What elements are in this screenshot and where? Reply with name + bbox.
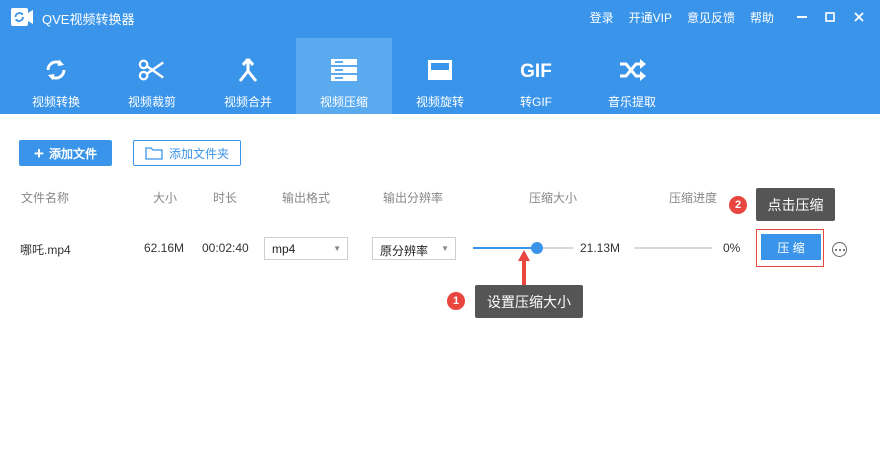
dropdown-caret-icon: ▼ — [333, 244, 341, 253]
shuffle-icon — [618, 56, 646, 84]
title-bar: QVE视频转换器 登录 开通VIP 意见反馈 帮助 — [0, 0, 880, 34]
tab-audio-extract[interactable]: 音乐提取 — [584, 38, 680, 114]
slider-thumb[interactable] — [531, 242, 543, 254]
tab-video-convert[interactable]: 视频转换 — [8, 38, 104, 114]
column-header-compressed-size: 压缩大小 — [529, 191, 578, 205]
app-title: QVE视频转换器 — [42, 12, 135, 27]
add-folder-label: 添加文件夹 — [168, 146, 229, 161]
column-header-resolution: 输出分辨率 — [383, 191, 444, 205]
more-dot — [842, 248, 845, 251]
more-options-button[interactable] — [832, 242, 847, 257]
add-file-button[interactable]: + 添加文件 — [19, 140, 112, 166]
tab-label: 视频合并 — [223, 95, 272, 109]
tab-label: 视频旋转 — [415, 95, 464, 109]
column-header-duration: 时长 — [213, 191, 238, 205]
column-header-progress: 压缩进度 — [669, 191, 718, 205]
column-header-format: 输出格式 — [282, 191, 331, 205]
login-link[interactable]: 登录 — [590, 9, 614, 26]
annotation-callout-step1: 设置压缩大小 — [475, 285, 583, 318]
help-link[interactable]: 帮助 — [750, 9, 774, 26]
add-file-label: 添加文件 — [48, 146, 97, 161]
header: QVE视频转换器 登录 开通VIP 意见反馈 帮助 视频转换 视频裁剪 视频合并… — [0, 0, 880, 114]
tab-video-trim[interactable]: 视频裁剪 — [104, 38, 200, 114]
output-format-select[interactable]: mp4 ▼ — [264, 237, 348, 260]
output-resolution-select[interactable]: 原分辨率 ▼ — [372, 237, 456, 260]
app-logo-icon — [10, 7, 34, 27]
annotation-arrow-icon — [518, 250, 530, 288]
feature-tabs: 视频转换 视频裁剪 视频合并 视频压缩 视频旋转 GIF 转GIF 音乐提取 — [8, 38, 680, 114]
tab-video-compress[interactable]: 视频压缩 — [296, 38, 392, 114]
maximize-icon — [825, 12, 835, 22]
compress-icon — [330, 56, 358, 84]
output-resolution-value: 原分辨率 — [380, 244, 429, 258]
minimize-icon — [797, 16, 807, 18]
merge-icon — [234, 56, 262, 84]
more-dot — [834, 248, 837, 251]
dropdown-caret-icon: ▼ — [441, 244, 449, 253]
convert-icon — [42, 56, 70, 84]
vip-link[interactable]: 开通VIP — [629, 9, 672, 26]
annotation-callout-step2: 点击压缩 — [756, 188, 835, 221]
column-header-name: 文件名称 — [21, 191, 70, 205]
compress-progress-text: 0% — [723, 241, 741, 255]
compress-progress-bar — [634, 247, 712, 249]
tab-to-gif[interactable]: GIF 转GIF — [488, 38, 584, 114]
more-dot — [838, 248, 841, 251]
annotation-badge-step1: 1 — [447, 292, 465, 310]
gif-icon: GIF — [516, 56, 556, 84]
tab-video-merge[interactable]: 视频合并 — [200, 38, 296, 114]
tab-label: 视频压缩 — [319, 95, 368, 109]
tab-video-rotate[interactable]: 视频旋转 — [392, 38, 488, 114]
folder-icon — [145, 147, 163, 160]
tab-label: 视频转换 — [31, 95, 80, 109]
tab-label: 转GIF — [520, 95, 552, 109]
plus-icon: + — [34, 143, 44, 163]
top-links: 登录 开通VIP 意见反馈 帮助 — [575, 9, 774, 26]
feedback-link[interactable]: 意见反馈 — [687, 9, 735, 26]
compressed-size-value: 21.13M — [580, 241, 621, 255]
rotate-icon — [426, 56, 454, 84]
close-button[interactable] — [850, 8, 868, 26]
scissors-icon — [138, 56, 166, 84]
file-size: 62.16M — [144, 241, 185, 255]
annotation-badge-step2: 2 — [729, 196, 747, 214]
add-folder-button[interactable]: 添加文件夹 — [133, 140, 241, 166]
app-window: QVE视频转换器 登录 开通VIP 意见反馈 帮助 视频转换 视频裁剪 视频合并… — [0, 0, 880, 452]
tab-label: 音乐提取 — [607, 95, 656, 109]
output-format-value: mp4 — [272, 242, 296, 256]
svg-text:GIF: GIF — [520, 61, 552, 82]
file-duration: 00:02:40 — [202, 241, 249, 255]
close-icon — [854, 12, 864, 22]
tab-label: 视频裁剪 — [127, 95, 176, 109]
file-name: 哪吒.mp4 — [20, 243, 71, 257]
minimize-button[interactable] — [793, 8, 811, 26]
compress-button[interactable]: 压 缩 — [761, 234, 821, 260]
column-header-size: 大小 — [153, 191, 178, 205]
maximize-button[interactable] — [821, 8, 839, 26]
